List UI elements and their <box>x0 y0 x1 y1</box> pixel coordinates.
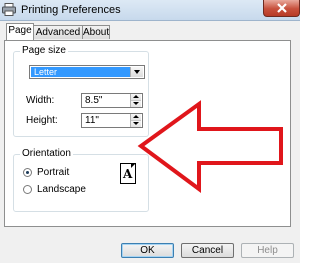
help-button[interactable]: Help <box>241 243 294 258</box>
printing-preferences-dialog: Printing Preferences Page Advanced About… <box>0 0 300 263</box>
portrait-label[interactable]: Portrait <box>37 167 69 178</box>
paper-size-legend: Page size <box>20 45 68 56</box>
window-title: Printing Preferences <box>21 4 121 16</box>
dropdown-button[interactable] <box>130 67 143 77</box>
portrait-page-preview-icon: A <box>120 163 136 184</box>
close-icon <box>277 3 287 13</box>
tab-about[interactable]: About <box>82 25 110 39</box>
height-value: 11" <box>85 115 99 126</box>
chevron-down-icon <box>134 70 140 74</box>
cancel-button[interactable]: Cancel <box>181 243 234 258</box>
landscape-label[interactable]: Landscape <box>37 184 86 195</box>
width-value: 8.5" <box>85 95 103 106</box>
close-button[interactable] <box>263 0 300 17</box>
width-spinbox[interactable]: 8.5" <box>81 93 143 108</box>
page-tab-panel: Page size Letter Width: 8.5" Height: 11"… <box>4 40 291 227</box>
height-spinbox[interactable]: 11" <box>81 113 143 128</box>
paper-size-selected-value: Letter <box>31 67 131 77</box>
printer-icon <box>2 3 16 16</box>
orientation-legend: Orientation <box>20 148 73 159</box>
landscape-radio-circle[interactable] <box>23 185 32 194</box>
height-label: Height: <box>26 115 58 126</box>
paper-size-group: Page size Letter Width: 8.5" Height: 11" <box>13 45 149 137</box>
orientation-group: Orientation Portrait Landscape A <box>13 148 149 212</box>
radio-selected-dot <box>26 171 29 174</box>
ok-button[interactable]: OK <box>121 243 174 258</box>
tab-page[interactable]: Page <box>6 23 34 40</box>
title-bar[interactable]: Printing Preferences <box>0 0 300 21</box>
page-preview-glyph: A <box>123 167 133 181</box>
paper-size-select[interactable]: Letter <box>29 65 145 79</box>
width-label: Width: <box>26 95 55 106</box>
red-arrow-icon <box>137 100 283 193</box>
portrait-radio-circle[interactable] <box>23 168 32 177</box>
tab-advanced[interactable]: Advanced <box>33 25 83 39</box>
